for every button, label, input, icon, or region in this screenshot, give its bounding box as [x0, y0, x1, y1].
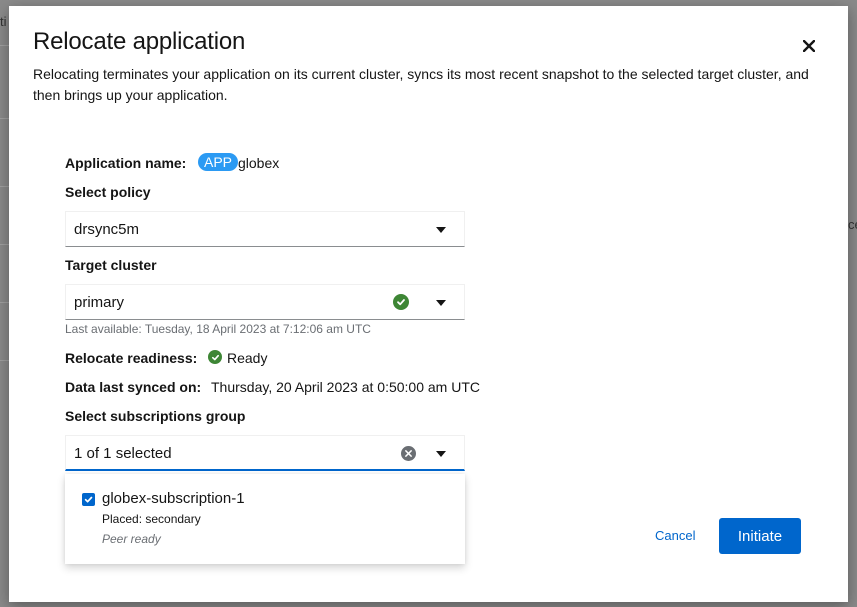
background-text: ti: [0, 14, 7, 29]
target-cluster-select[interactable]: primary: [65, 284, 465, 320]
policy-select-value: drsync5m: [74, 221, 140, 238]
target-cluster-value: primary: [74, 294, 125, 311]
target-cluster-helper: Last available: Tuesday, 18 April 2023 a…: [65, 322, 371, 336]
caret-down-icon: [436, 300, 446, 306]
subscription-option-placed: Placed: secondary: [102, 512, 201, 526]
check-circle-icon: [208, 350, 222, 364]
subscription-checkbox[interactable]: [82, 493, 95, 506]
modal-description: Relocating terminates your application o…: [33, 66, 809, 103]
application-name-value: globex: [238, 155, 280, 171]
relocate-readiness-label: Relocate readiness:: [65, 350, 198, 366]
cancel-button[interactable]: Cancel: [655, 528, 695, 543]
target-cluster-label: Target cluster: [65, 257, 157, 273]
subscriptions-select[interactable]: 1 of 1 selected: [65, 435, 465, 471]
data-synced-value: Thursday, 20 April 2023 at 0:50:00 am UT…: [211, 379, 480, 395]
application-name-label: Application name:: [65, 155, 187, 171]
subscriptions-group-label: Select subscriptions group: [65, 408, 246, 424]
subscription-option-title[interactable]: globex-subscription-1: [102, 490, 245, 507]
modal-title: Relocate application: [33, 28, 246, 55]
select-policy-label: Select policy: [65, 184, 151, 200]
clear-icon[interactable]: [401, 446, 416, 461]
caret-down-icon: [436, 227, 446, 233]
background-text: ce: [848, 217, 857, 232]
subscriptions-select-value: 1 of 1 selected: [74, 445, 172, 462]
subscriptions-menu: globex-subscription-1 Placed: secondary …: [65, 474, 465, 564]
relocate-readiness-value: Ready: [227, 350, 268, 366]
subscription-option-status: Peer ready: [102, 532, 161, 546]
close-icon: [803, 40, 815, 52]
caret-down-icon[interactable]: [436, 451, 446, 457]
initiate-button[interactable]: Initiate: [719, 518, 801, 554]
close-button[interactable]: [799, 36, 819, 56]
app-badge: APP: [198, 153, 239, 171]
checkmark-icon: [84, 496, 93, 503]
relocate-modal: Relocate application Relocating terminat…: [9, 6, 848, 602]
check-circle-icon: [393, 294, 409, 310]
policy-select[interactable]: drsync5m: [65, 211, 465, 247]
data-synced-label: Data last synced on:: [65, 379, 202, 395]
